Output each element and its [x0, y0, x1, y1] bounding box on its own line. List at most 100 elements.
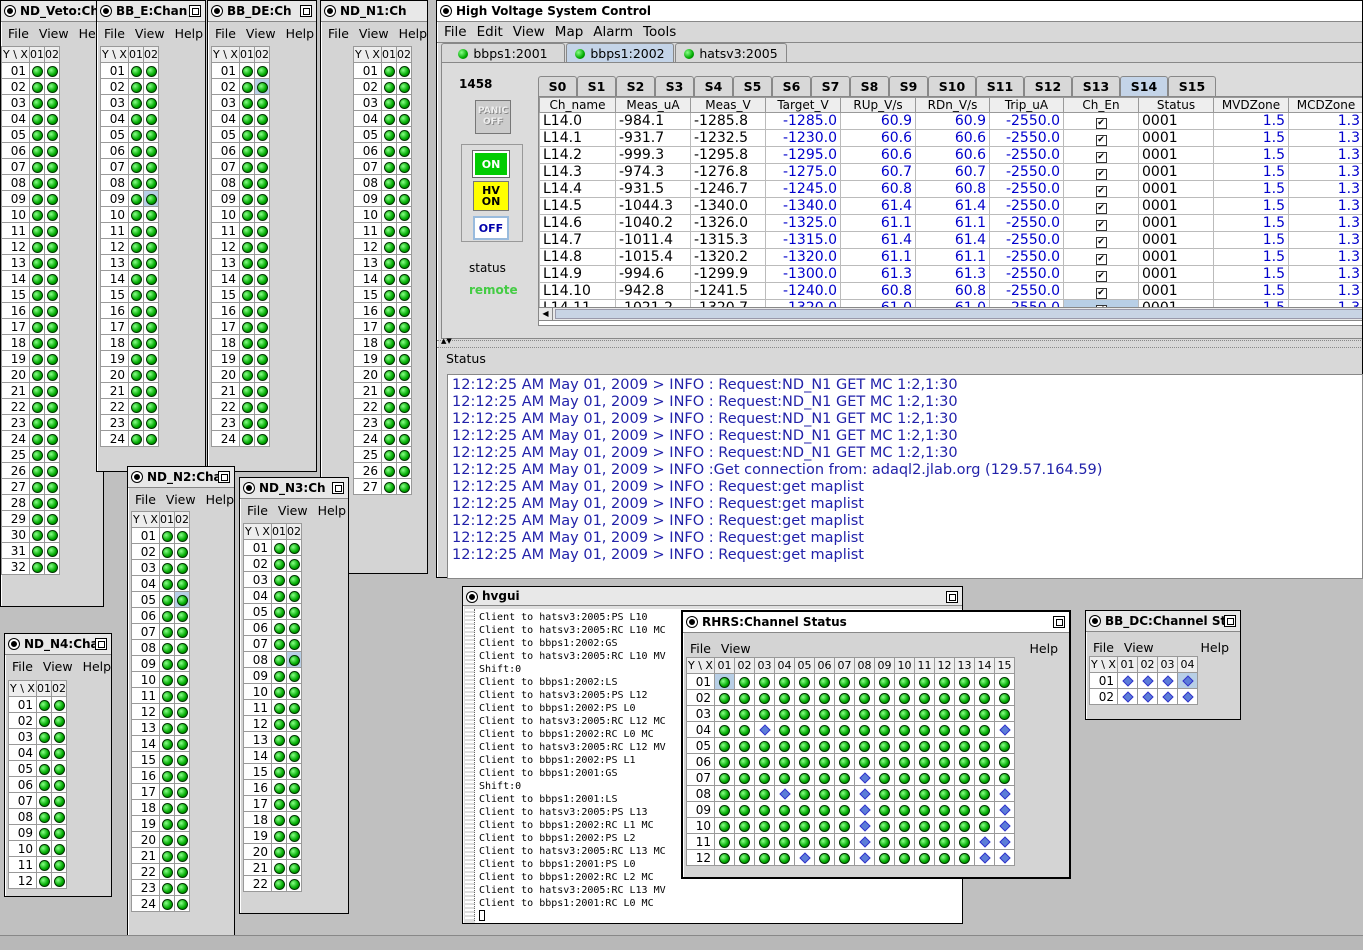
- channel-cell[interactable]: [286, 635, 302, 652]
- table-cell[interactable]: -2550.0: [989, 197, 1064, 215]
- table-cell[interactable]: 60.9: [915, 112, 990, 130]
- channel-cell[interactable]: [143, 174, 159, 191]
- server-tab[interactable]: hatsv3:2005: [675, 43, 787, 63]
- channel-cell[interactable]: [44, 62, 60, 79]
- channel-cell[interactable]: [128, 302, 144, 319]
- channel-cell[interactable]: [396, 446, 412, 463]
- table-cell[interactable]: 60.7: [915, 163, 990, 181]
- channel-cell[interactable]: [143, 62, 159, 79]
- channel-enable-checkbox[interactable]: ✔: [1095, 237, 1107, 248]
- channel-cell[interactable]: [29, 126, 45, 143]
- channel-cell[interactable]: [814, 673, 835, 690]
- channel-cell[interactable]: [29, 110, 45, 127]
- channel-cell[interactable]: [271, 715, 287, 732]
- channel-cell[interactable]: [271, 811, 287, 828]
- channel-cell[interactable]: [994, 785, 1015, 802]
- channel-cell[interactable]: [128, 126, 144, 143]
- channel-cell[interactable]: [396, 414, 412, 431]
- channel-cell[interactable]: [143, 126, 159, 143]
- channel-cell[interactable]: [271, 571, 287, 588]
- channel-cell[interactable]: [271, 747, 287, 764]
- table-cell[interactable]: -2550.0: [989, 282, 1064, 300]
- channel-cell[interactable]: [834, 801, 855, 818]
- channel-cell[interactable]: [794, 689, 815, 706]
- table-cell[interactable]: -2550.0: [989, 180, 1064, 198]
- channel-cell[interactable]: [29, 526, 45, 543]
- maximize-icon[interactable]: [95, 638, 107, 650]
- channel-cell[interactable]: [254, 270, 270, 287]
- channel-cell[interactable]: [854, 737, 875, 754]
- channel-cell[interactable]: [159, 575, 175, 592]
- channel-cell[interactable]: [239, 366, 255, 383]
- window-titlebar[interactable]: ND_N3:Ch: [240, 478, 348, 499]
- channel-cell[interactable]: [286, 875, 302, 892]
- channel-cell[interactable]: [271, 603, 287, 620]
- channel-cell[interactable]: [396, 366, 412, 383]
- channel-cell[interactable]: [51, 696, 67, 713]
- channel-cell[interactable]: [994, 849, 1015, 866]
- channel-cell[interactable]: [894, 849, 915, 866]
- channel-cell[interactable]: [271, 667, 287, 684]
- bb-de-window[interactable]: BB_DE:Ch File View Help Y \ X 01 02 01 02 03 04 0…: [207, 0, 317, 472]
- server-tab[interactable]: bbps1:2002: [566, 43, 674, 63]
- channel-cell[interactable]: [254, 286, 270, 303]
- channel-cell[interactable]: [36, 856, 52, 873]
- off-button[interactable]: OFF: [473, 216, 509, 240]
- channel-cell[interactable]: [128, 398, 144, 415]
- channel-cell[interactable]: [974, 785, 995, 802]
- channel-cell[interactable]: [36, 776, 52, 793]
- column-header[interactable]: MVDZone: [1213, 97, 1289, 113]
- channel-cell[interactable]: [994, 769, 1015, 786]
- channel-cell[interactable]: [29, 558, 45, 575]
- channel-cell[interactable]: [44, 414, 60, 431]
- column-header[interactable]: Meas_V: [690, 97, 766, 113]
- slot-tab[interactable]: S6: [772, 76, 811, 96]
- channel-cell[interactable]: [914, 705, 935, 722]
- channel-cell[interactable]: [286, 651, 302, 668]
- channel-cell[interactable]: [396, 238, 412, 255]
- horizontal-scrollbar[interactable]: ◀: [538, 307, 1362, 321]
- channel-cell[interactable]: [51, 792, 67, 809]
- channel-cell[interactable]: [814, 801, 835, 818]
- channel-cell[interactable]: [396, 270, 412, 287]
- channel-cell[interactable]: [894, 769, 915, 786]
- menu-edit[interactable]: Edit: [472, 24, 508, 40]
- channel-cell[interactable]: [44, 78, 60, 95]
- channel-cell[interactable]: [834, 673, 855, 690]
- channel-cell[interactable]: [794, 801, 815, 818]
- channel-cell[interactable]: [239, 414, 255, 431]
- channel-cell[interactable]: [396, 110, 412, 127]
- table-cell[interactable]: 60.6: [840, 146, 916, 164]
- panic-off-button[interactable]: PANIC OFF: [475, 100, 511, 134]
- channel-cell[interactable]: [286, 827, 302, 844]
- channel-cell[interactable]: [128, 350, 144, 367]
- channel-cell[interactable]: [396, 206, 412, 223]
- menu-file[interactable]: File: [323, 26, 354, 41]
- channel-cell[interactable]: [714, 817, 735, 834]
- channel-cell[interactable]: [254, 78, 270, 95]
- channel-cell[interactable]: [381, 334, 397, 351]
- channel-cell[interactable]: [159, 607, 175, 624]
- table-row[interactable]: L14.10 -942.8 -1241.5 -1240.0 60.8 60.8 -2550.…: [539, 282, 1362, 300]
- channel-cell[interactable]: [381, 382, 397, 399]
- channel-cell[interactable]: [854, 833, 875, 850]
- channel-cell[interactable]: [894, 705, 915, 722]
- channel-cell[interactable]: [239, 270, 255, 287]
- maximize-icon[interactable]: [300, 5, 312, 17]
- channel-cell[interactable]: [143, 190, 159, 207]
- channel-cell[interactable]: [994, 817, 1015, 834]
- hv-on-button[interactable]: HV ON: [473, 181, 509, 211]
- channel-cell[interactable]: [159, 847, 175, 864]
- channel-cell[interactable]: [754, 737, 775, 754]
- menu-help[interactable]: Help: [1196, 640, 1235, 655]
- channel-cell[interactable]: [734, 769, 755, 786]
- table-cell[interactable]: 61.3: [840, 265, 916, 283]
- channel-cell[interactable]: [159, 751, 175, 768]
- channel-cell[interactable]: [954, 801, 975, 818]
- slot-tab[interactable]: S4: [694, 76, 733, 96]
- window-menu-icon[interactable]: [244, 483, 254, 493]
- channel-cell[interactable]: [239, 430, 255, 447]
- menu-view[interactable]: View: [161, 492, 201, 507]
- channel-cell[interactable]: [994, 737, 1015, 754]
- window-menu-icon[interactable]: [687, 617, 697, 627]
